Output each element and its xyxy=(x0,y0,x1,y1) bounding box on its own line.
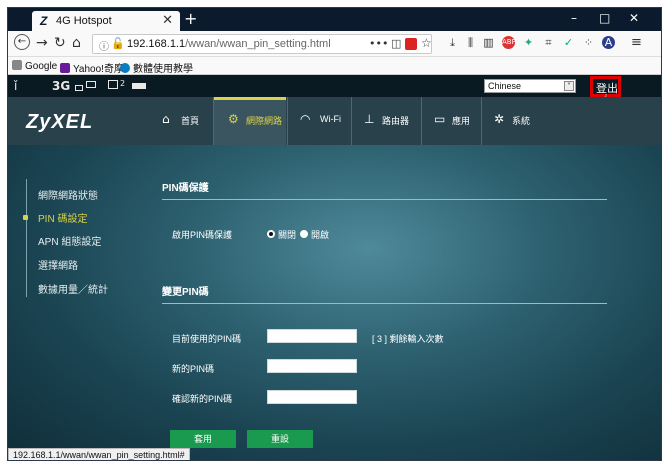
router-header: ZyXEL ⌂ 首頁 ⚙ 網際網路 ◠ Wi-Fi ⊥ 路由器 ▭ 應用 ✲ 系… xyxy=(8,97,661,145)
menu-hamburger-icon[interactable]: ≡ xyxy=(630,36,643,49)
lan-icon-2 xyxy=(86,81,96,88)
reset-button[interactable]: 重設 xyxy=(247,430,313,448)
nav-home[interactable]: ⌂ 首頁 xyxy=(154,97,212,145)
library-icon[interactable]: ⫼ xyxy=(464,36,477,49)
url-text: 192.168.1.1/wwan/wwan_pin_setting.html xyxy=(127,38,331,50)
nav-system-label: 系統 xyxy=(512,116,531,126)
chevron-down-icon: ˅ xyxy=(564,81,574,91)
pin-protection-label: 啟用PIN碼保護 xyxy=(172,230,233,240)
bookmarks-toolbar: Google Yahoo!奇摩 數體使用教學 xyxy=(8,57,661,75)
new-pin-label: 新的PIN碼 xyxy=(172,364,215,374)
section-divider xyxy=(162,303,607,304)
window-close-button[interactable]: ✕ xyxy=(629,11,639,25)
tutorial-icon xyxy=(120,63,130,73)
gear-icon: ✲ xyxy=(494,112,505,126)
bookmark-google[interactable]: Google xyxy=(12,60,57,72)
current-pin-input[interactable] xyxy=(267,329,357,343)
sidebar-item-internet-status[interactable]: 網際網路狀態 xyxy=(38,187,98,202)
minimize-button[interactable]: – xyxy=(571,11,577,25)
pin-off-radio[interactable] xyxy=(267,230,275,238)
maximize-button[interactable]: □ xyxy=(599,11,610,25)
signal-icon: ǐ xyxy=(14,79,18,93)
section-divider xyxy=(162,199,607,200)
bookmark-star-icon[interactable]: ☆ xyxy=(421,36,432,50)
remaining-attempts-hint: [ 3 ] 剩餘輸入次數 xyxy=(372,334,444,344)
sidebar-item-select-network[interactable]: 選擇網路 xyxy=(38,257,78,272)
nav-system[interactable]: ✲ 系統 xyxy=(482,97,542,145)
change-pin-title: 變更PIN碼 xyxy=(162,287,209,298)
back-arrow-icon[interactable]: ← xyxy=(14,34,30,50)
zyxel-favicon-icon: Z xyxy=(40,14,48,28)
nav-apps[interactable]: ▭ 應用 xyxy=(422,97,480,145)
router-page: ǐ 3G 2 Chinese ˅ 登出 ☝ ZyXEL ⌂ 首頁 xyxy=(8,75,661,460)
router-status-bar: ǐ 3G 2 Chinese ˅ 登出 xyxy=(8,75,661,97)
nav-wifi-label: Wi-Fi xyxy=(320,114,341,124)
link-status-url: 192.168.1.1/wwan/wwan_pin_setting.html# xyxy=(8,448,190,460)
browser-tab[interactable]: Z 4G Hotspot ✕ xyxy=(32,11,180,31)
nav-internet-label: 網際網路 xyxy=(246,116,283,126)
nav-internet[interactable]: ⚙ 網際網路 xyxy=(214,97,286,145)
sidebar-toggle-icon[interactable]: ▥ xyxy=(482,36,495,49)
apply-button[interactable]: 套用 xyxy=(170,430,236,448)
monitor-icon: ▭ xyxy=(434,112,446,126)
tab-title: 4G Hotspot xyxy=(56,15,112,27)
home-button-icon[interactable]: ⌂ xyxy=(72,35,81,51)
page-icon xyxy=(12,60,22,70)
navigation-bar: ← → ↻ ⌂ ⓘ 🔓 192.168.1.1/wwan/wwan_pin_se… xyxy=(8,31,661,57)
language-value: Chinese xyxy=(488,81,522,91)
new-pin-input[interactable] xyxy=(267,359,357,373)
sidebar-item-data-usage[interactable]: 數據用量／統計 xyxy=(38,281,108,296)
url-bar[interactable]: ⓘ 🔓 192.168.1.1/wwan/wwan_pin_setting.ht… xyxy=(92,34,432,54)
yahoo-icon xyxy=(60,63,70,73)
browser-window: Z 4G Hotspot ✕ + – □ ✕ ← → ↻ ⌂ ⓘ 🔓 192.1… xyxy=(7,7,662,461)
pin-on-label: 開啟 xyxy=(311,230,330,240)
pocket-icon[interactable]: ◫ xyxy=(391,37,401,50)
nav-router[interactable]: ⊥ 路由器 xyxy=(352,97,420,145)
sidebar-item-apn-config[interactable]: APN 組態設定 xyxy=(38,233,101,248)
battery-icon xyxy=(132,83,146,89)
forward-arrow-icon[interactable]: → xyxy=(36,35,48,51)
pin-protection-title: PIN碼保護 xyxy=(162,183,209,194)
reload-icon[interactable]: ↻ xyxy=(54,35,66,51)
globe-icon: ⚙ xyxy=(228,112,239,126)
nav-router-label: 路由器 xyxy=(382,116,410,126)
tab-strip: Z 4G Hotspot ✕ + – □ ✕ xyxy=(8,8,661,31)
bookmark-tutorial[interactable]: 數體使用教學 xyxy=(120,60,193,75)
pin-off-label: 關閉 xyxy=(278,230,297,240)
extension-badge-icon[interactable] xyxy=(405,38,417,50)
zyxel-logo: ZyXEL xyxy=(26,111,94,133)
language-select[interactable]: Chinese ˅ xyxy=(484,79,576,93)
confirm-pin-input[interactable] xyxy=(267,390,357,404)
router-icon: ⊥ xyxy=(364,112,375,126)
wifi-icon: ◠ xyxy=(300,112,311,126)
nav-apps-label: 應用 xyxy=(452,116,471,126)
translate-extension-icon[interactable]: ✓ xyxy=(562,36,575,49)
sms-count: 2 xyxy=(120,79,126,88)
puzzle-extension-icon[interactable]: ✦ xyxy=(522,36,535,49)
lan-icon xyxy=(75,85,83,91)
sidebar-menu: 網際網路狀態 PIN 碼設定 APN 組態設定 選擇網路 數據用量／統計 xyxy=(23,179,136,297)
sms-icon[interactable] xyxy=(108,80,118,89)
page-actions-button[interactable]: ••• xyxy=(369,37,388,50)
user-account-icon[interactable]: A xyxy=(602,36,615,49)
network-extension-icon[interactable]: ⁘ xyxy=(582,36,595,49)
tab-close-icon[interactable]: ✕ xyxy=(162,13,173,28)
nav-home-label: 首頁 xyxy=(181,116,200,126)
home-icon: ⌂ xyxy=(162,112,170,126)
new-tab-button[interactable]: + xyxy=(184,9,197,28)
confirm-pin-label: 確認新的PIN碼 xyxy=(172,394,233,404)
info-icon[interactable]: ⓘ xyxy=(99,38,109,53)
insecure-lock-icon[interactable]: 🔓 xyxy=(111,37,125,50)
crop-screenshot-icon[interactable]: ⌗ xyxy=(542,36,555,49)
pin-on-radio[interactable] xyxy=(300,230,308,238)
sidebar-item-pin-settings[interactable]: PIN 碼設定 xyxy=(38,210,87,225)
downloads-icon[interactable]: ⤓ xyxy=(446,36,459,49)
active-marker xyxy=(23,215,28,220)
nav-wifi[interactable]: ◠ Wi-Fi xyxy=(288,97,350,145)
current-pin-label: 目前使用的PIN碼 xyxy=(172,334,242,344)
adblock-icon[interactable]: ABP xyxy=(502,36,516,49)
bookmark-yahoo[interactable]: Yahoo!奇摩 xyxy=(60,60,124,75)
network-type: 3G xyxy=(52,79,71,93)
